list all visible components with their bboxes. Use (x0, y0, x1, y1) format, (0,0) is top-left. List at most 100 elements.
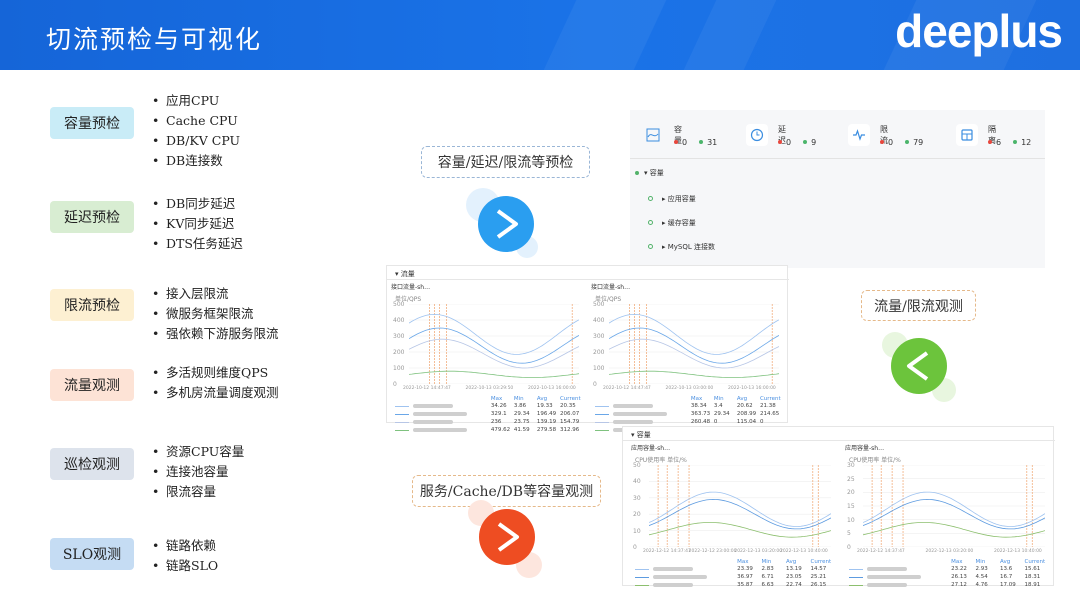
pulse-icon (848, 124, 870, 146)
redacted-series-name (413, 420, 453, 424)
section-title[interactable]: ▾ 容量 (631, 430, 651, 440)
x-tick-label: 2022-12-12 14:37:47 (857, 549, 905, 554)
table-header: Min (713, 396, 724, 402)
bullet-item: Cache CPU (152, 111, 240, 131)
table-cell: 20.62 (736, 403, 753, 409)
table-cell: 35.87 (737, 582, 753, 588)
table-cell: 4.76 (975, 582, 988, 588)
stat-counts: 6 12 (988, 138, 1031, 147)
redacted-series-name (613, 412, 667, 416)
table-cell: 154.79 (559, 419, 580, 425)
y-tick-label: 0 (593, 381, 597, 388)
ok-count: 31 (699, 138, 717, 147)
category-badge: SLO观测 (50, 538, 134, 570)
section-title[interactable]: ▾ 流量 (395, 269, 415, 279)
chart-plot (409, 304, 579, 384)
redacted-series-name (653, 567, 693, 571)
table-cell: 23.75 (513, 419, 530, 425)
tree-item[interactable]: ▸ 缓存容量 (662, 218, 696, 228)
table-cell: 3.86 (513, 403, 527, 409)
series-line (649, 491, 831, 527)
tree-node-dot (648, 220, 653, 225)
bullet-item: 连接池容量 (152, 462, 244, 482)
y-tick-label: 10 (847, 516, 855, 524)
x-tick-label: 2022-10-12 14:47:47 (403, 386, 451, 391)
header-decoration (683, 0, 777, 70)
legend-swatch (849, 569, 863, 570)
table-header: Current (810, 559, 832, 565)
redacted-series-name (613, 420, 653, 424)
stat-counts: 0 31 (674, 138, 717, 147)
ok-count-value: 12 (1021, 138, 1032, 147)
y-tick-label: 0 (847, 544, 851, 551)
alert-count-value: 0 (682, 138, 688, 147)
category-bullet-list: 链路依赖链路SLO (152, 536, 218, 576)
legend-swatch (635, 577, 649, 578)
x-tick-label: 2022-12-13 10:40:00 (994, 549, 1042, 554)
bullet-item: 资源CPU容量 (152, 442, 244, 462)
y-tick-label: 40 (633, 478, 641, 486)
slide-header: 切流预检与可视化 deeplus (0, 0, 1080, 70)
table-header: Max (951, 559, 963, 565)
ok-count: 79 (905, 138, 923, 147)
table-cell: 0 (713, 419, 718, 425)
table-cell: 36.97 (737, 574, 753, 580)
bullet-item: 多活规则维度QPS (152, 363, 279, 383)
y-tick-label: 300 (393, 333, 405, 340)
table-cell: 6.71 (761, 574, 774, 580)
stat-counts: 09 (778, 138, 816, 147)
ok-count-value: 31 (707, 138, 718, 147)
table-cell: 25.21 (810, 574, 827, 580)
bullet-item: 微服务框架限流 (152, 304, 279, 324)
tree-node-dot (635, 171, 639, 175)
alert-count-value: 0 (786, 138, 792, 147)
y-tick-label: 10 (633, 527, 641, 535)
series-line (863, 498, 1045, 530)
table-cell: 26.15 (810, 582, 827, 588)
legend-swatch (395, 406, 409, 407)
alert-count: 0 (778, 138, 791, 147)
bullet-item: DB同步延迟 (152, 194, 243, 214)
x-tick-label: 2022-12-12 23:00:00 (688, 549, 737, 554)
y-tick-label: 30 (633, 494, 641, 502)
ok-count: 9 (803, 138, 816, 147)
series-line (649, 522, 831, 538)
alert-count: 6 (988, 138, 1001, 147)
chart-plot (609, 304, 779, 384)
y-tick-label: 500 (393, 301, 405, 308)
table-header: Avg (1000, 559, 1011, 565)
category-bullet-list: 接入层限流微服务框架限流强依赖下游服务限流 (152, 284, 279, 344)
stat-counts: 0 79 (880, 138, 923, 147)
ok-count: 12 (1013, 138, 1031, 147)
clock-icon (746, 124, 768, 146)
table-cell: 38.34 (690, 403, 707, 409)
table-cell: 260.48 (690, 419, 711, 425)
tree-item[interactable]: ▸ 应用容量 (662, 194, 696, 204)
table-cell: 34.26 (490, 403, 507, 409)
table-cell: 13.6 (1000, 566, 1013, 572)
table-header: Avg (786, 559, 797, 565)
table-cell: 208.99 (736, 411, 757, 417)
category-badge: 流量观测 (50, 369, 134, 401)
tree-item[interactable]: ▸ MySQL 连接数 (662, 242, 715, 252)
chart-title: 接口流量-sh… (391, 284, 431, 291)
traffic-panel: ▾ 流量 接口流量-sh… 单位/QPS 500 400 300 200 100 0 2022-… (386, 265, 789, 433)
tree-root[interactable]: ▾ 容量 (644, 168, 664, 178)
legend-swatch (849, 585, 863, 586)
y-tick-label: 400 (593, 317, 605, 324)
alert-count-value: 0 (888, 138, 894, 147)
table-header: Max (737, 559, 749, 565)
y-tick-label: 0 (393, 381, 397, 388)
table-cell: 279.58 (536, 427, 557, 433)
y-tick-label: 400 (393, 317, 405, 324)
table-cell: 15.61 (1024, 566, 1041, 572)
x-tick-label: 2022-10-12 14:47:47 (603, 386, 651, 391)
x-tick-label: 2022-10-13 16:00:00 (728, 386, 776, 391)
ok-count-value: 9 (811, 138, 817, 147)
y-tick-label: 500 (593, 301, 605, 308)
table-cell: 19.33 (536, 403, 553, 409)
category-bullet-list: DB同步延迟KV同步延迟DTS任务延迟 (152, 194, 243, 254)
tree-node-dot (648, 196, 653, 201)
table-cell: 20.35 (559, 403, 576, 409)
table-cell: 6.63 (761, 582, 774, 588)
